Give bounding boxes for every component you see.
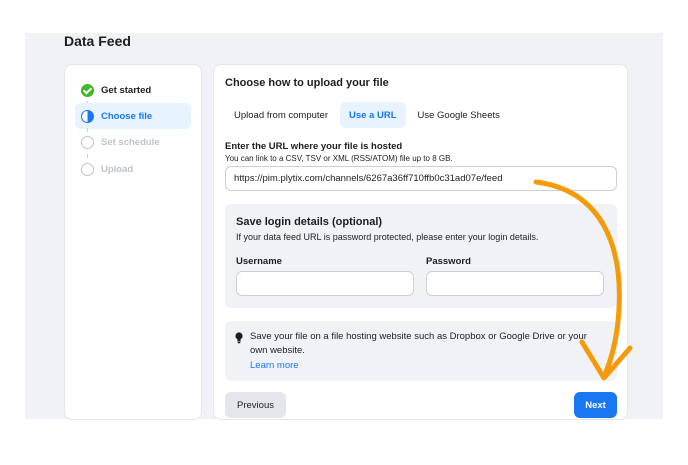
url-field-hint: You can link to a CSV, TSV or XML (RSS/A… bbox=[225, 154, 453, 163]
tab-use-a-url[interactable]: Use a URL bbox=[339, 102, 406, 128]
step-choose-file[interactable]: Choose file bbox=[75, 103, 191, 129]
login-title: Save login details (optional) bbox=[236, 216, 383, 228]
steps-panel: Get started Choose file Set schedule Upl… bbox=[64, 64, 202, 420]
step-label: Get started bbox=[101, 84, 152, 96]
username-label: Username bbox=[236, 256, 282, 267]
upload-method-tabs: Upload from computer Use a URL Use Googl… bbox=[225, 102, 512, 128]
section-heading: Choose how to upload your file bbox=[225, 77, 389, 89]
step-label: Choose file bbox=[101, 110, 153, 122]
page-title: Data Feed bbox=[64, 33, 131, 49]
tip-text: Save your file on a file hosting website… bbox=[250, 331, 587, 356]
username-input[interactable] bbox=[236, 271, 414, 296]
step-set-schedule[interactable]: Set schedule bbox=[75, 129, 191, 155]
learn-more-link[interactable]: Learn more bbox=[250, 360, 299, 371]
empty-circle-icon bbox=[81, 135, 94, 149]
url-field-label: Enter the URL where your file is hosted bbox=[225, 141, 403, 152]
upload-panel: Choose how to upload your file Upload fr… bbox=[213, 64, 628, 420]
step-get-started[interactable]: Get started bbox=[75, 77, 191, 103]
login-details-section: Save login details (optional) If your da… bbox=[225, 204, 617, 308]
password-input[interactable] bbox=[426, 271, 604, 296]
lightbulb-icon bbox=[235, 332, 243, 344]
step-label: Set schedule bbox=[101, 136, 160, 148]
tab-upload-from-computer[interactable]: Upload from computer bbox=[225, 102, 337, 128]
empty-circle-icon bbox=[81, 162, 94, 176]
hosting-tip: Save your file on a file hosting website… bbox=[225, 321, 617, 381]
password-label: Password bbox=[426, 256, 471, 267]
check-circle-icon bbox=[81, 83, 94, 97]
step-upload[interactable]: Upload bbox=[75, 156, 191, 182]
half-circle-icon bbox=[81, 109, 94, 123]
login-description: If your data feed URL is password protec… bbox=[236, 232, 539, 242]
step-label: Upload bbox=[101, 163, 134, 175]
previous-button[interactable]: Previous bbox=[225, 392, 286, 418]
next-button[interactable]: Next bbox=[574, 392, 617, 418]
tab-use-google-sheets[interactable]: Use Google Sheets bbox=[409, 102, 509, 128]
url-input[interactable] bbox=[225, 166, 617, 191]
